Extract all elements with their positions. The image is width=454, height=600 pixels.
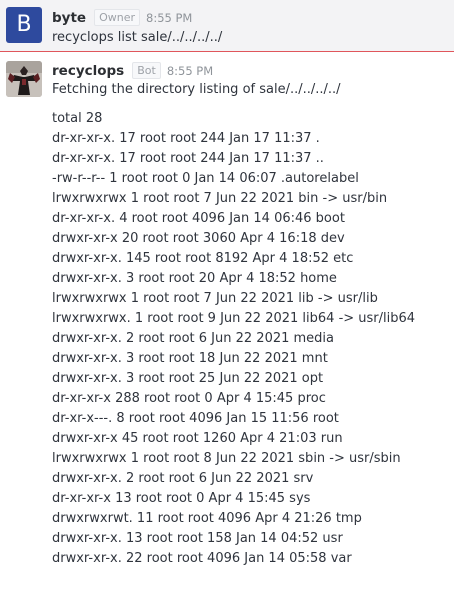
listing-line: dr-xr-xr-x. 17 root root 244 Jan 17 11:3… — [52, 131, 320, 146]
listing-line: dr-xr-xr-x 13 root root 0 Apr 4 15:45 sy… — [52, 491, 311, 506]
username[interactable]: byte — [52, 10, 86, 26]
listing-line: drwxr-xr-x. 22 root root 4096 Jan 14 05:… — [52, 551, 352, 566]
listing-line: dr-xr-x---. 8 root root 4096 Jan 15 11:5… — [52, 411, 339, 426]
role-badge: Bot — [132, 62, 161, 79]
listing-line: -rw-r--r-- 1 root root 0 Jan 14 06:07 .a… — [52, 171, 359, 186]
unread-divider — [0, 51, 454, 52]
listing-line: drwxr-xr-x. 13 root root 158 Jan 14 04:5… — [52, 531, 343, 546]
message-header: byte Owner 8:55 PM — [52, 9, 192, 26]
chat-window: B byte Owner 8:55 PM recyclops list sale… — [0, 0, 454, 600]
listing-line: dr-xr-xr-x 288 root root 0 Apr 4 15:45 p… — [52, 391, 326, 406]
listing-line: total 28 — [52, 111, 103, 126]
bot-avatar-image — [6, 61, 42, 97]
listing-line: lrwxrwxrwx. 1 root root 9 Jun 22 2021 li… — [52, 311, 416, 326]
listing-line: drwxr-xr-x. 2 root root 6 Jun 22 2021 sr… — [52, 471, 314, 486]
listing-line: drwxr-xr-x 20 root root 3060 Apr 4 16:18… — [52, 231, 345, 246]
timestamp[interactable]: 8:55 PM — [146, 11, 192, 25]
role-badge: Owner — [94, 9, 140, 26]
avatar[interactable] — [6, 61, 42, 97]
listing-line: lrwxrwxrwx 1 root root 8 Jun 22 2021 sbi… — [52, 451, 401, 466]
message-text: Fetching the directory listing of sale/.… — [52, 82, 341, 97]
message-byte[interactable]: B byte Owner 8:55 PM recyclops list sale… — [0, 0, 454, 52]
listing-line: dr-xr-xr-x. 17 root root 244 Jan 17 11:3… — [52, 151, 324, 166]
message-text: recyclops list sale/../../../../ — [52, 30, 223, 45]
listing-line: lrwxrwxrwx 1 root root 7 Jun 22 2021 bin… — [52, 191, 388, 206]
listing-line: drwxr-xr-x. 3 root root 20 Apr 4 18:52 h… — [52, 271, 337, 286]
listing-line: drwxr-xr-x. 3 root root 18 Jun 22 2021 m… — [52, 351, 328, 366]
listing-line: dr-xr-xr-x. 4 root root 4096 Jan 14 06:4… — [52, 211, 345, 226]
timestamp[interactable]: 8:55 PM — [167, 64, 213, 78]
listing-line: drwxr-xr-x 45 root root 1260 Apr 4 21:03… — [52, 431, 343, 446]
username[interactable]: recyclops — [52, 63, 124, 79]
message-header: recyclops Bot 8:55 PM — [52, 62, 213, 79]
listing-line: lrwxrwxrwx 1 root root 7 Jun 22 2021 lib… — [52, 291, 378, 306]
listing-line: drwxr-xr-x. 2 root root 6 Jun 22 2021 me… — [52, 331, 335, 346]
listing-line: drwxr-xr-x. 3 root root 25 Jun 22 2021 o… — [52, 371, 324, 386]
directory-listing: total 28 dr-xr-xr-x. 17 root root 244 Jan… — [52, 110, 415, 570]
listing-line: drwxr-xr-x. 145 root root 8192 Apr 4 18:… — [52, 251, 354, 266]
avatar[interactable]: B — [6, 7, 42, 43]
listing-line: drwxrwxrwt. 11 root root 4096 Apr 4 21:2… — [52, 511, 362, 526]
avatar-letter: B — [16, 12, 32, 37]
